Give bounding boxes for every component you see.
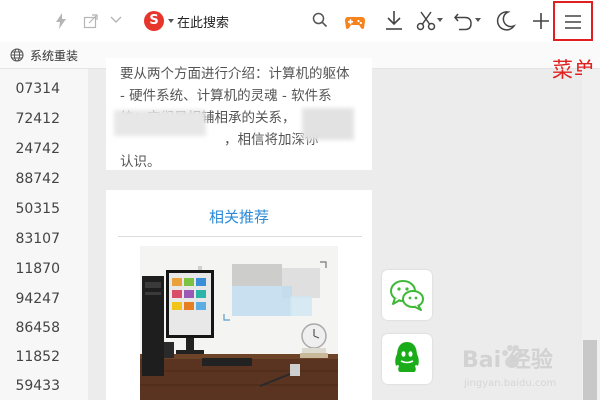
wechat-share-button[interactable] <box>382 270 432 320</box>
share-icon[interactable] <box>83 13 99 29</box>
screenshot-dropdown-icon[interactable] <box>437 18 443 22</box>
article-text-card: 要从两个方面进行介绍：计算机的躯体 - 硬件系统、计算机的灵魂 - 软件系 统：… <box>106 58 372 170</box>
recommend-card: 相关推荐 <box>106 190 372 400</box>
list-item: 72412 <box>15 111 60 127</box>
baidu-jingyan-watermark: Bai 经验 jingyan.baidu.com <box>440 340 590 400</box>
wechat-icon <box>390 280 424 311</box>
scissors-icon[interactable] <box>415 10 437 32</box>
list-item: 11852 <box>15 349 60 365</box>
qq-share-button[interactable] <box>382 334 432 384</box>
computer-desk-illustration <box>140 246 338 400</box>
engine-caret-icon[interactable] <box>168 19 174 23</box>
blurred-region <box>114 110 206 136</box>
list-item: 83107 <box>15 231 60 247</box>
recommend-thumbnail[interactable] <box>140 246 338 400</box>
lightning-icon[interactable] <box>55 13 67 29</box>
undo-icon[interactable] <box>452 10 474 32</box>
list-item: 11870 <box>15 261 60 277</box>
blurred-region <box>302 108 354 140</box>
list-item: 59433 <box>15 378 60 394</box>
list-item: 88742 <box>15 171 60 187</box>
night-mode-moon-icon[interactable] <box>495 10 517 32</box>
globe-icon <box>10 48 24 62</box>
recommend-title[interactable]: 相关推荐 <box>106 206 372 227</box>
article-line: 认识。 <box>120 154 161 170</box>
watermark-text: Bai 经验 <box>462 348 553 373</box>
search-icon[interactable] <box>312 12 328 28</box>
search-input[interactable]: 在此搜索 <box>177 12 229 31</box>
chevron-down-icon[interactable] <box>110 16 122 24</box>
list-item: 07314 <box>15 81 60 97</box>
watermark-url: jingyan.baidu.com <box>464 378 557 389</box>
new-tab-plus-icon[interactable] <box>530 10 552 32</box>
article-line: - 硬件系统、计算机的灵魂 - 软件系 <box>120 88 332 104</box>
hamburger-menu-icon[interactable] <box>564 14 582 30</box>
download-icon[interactable] <box>383 10 405 32</box>
list-item: 86458 <box>15 320 60 336</box>
game-controller-icon[interactable] <box>344 11 366 33</box>
article-line: 要从两个方面进行介绍：计算机的躯体 <box>120 66 350 82</box>
qq-icon <box>395 342 419 372</box>
list-item: 24742 <box>15 141 60 157</box>
browser-toolbar: S 在此搜索 <box>0 0 600 43</box>
list-item: 50315 <box>15 201 60 217</box>
bookmark-label: 系统重装 <box>30 49 79 63</box>
divider <box>118 236 362 237</box>
list-item: 94247 <box>15 291 60 307</box>
menu-button[interactable] <box>553 1 593 41</box>
search-box[interactable]: S 在此搜索 <box>140 8 336 34</box>
sogou-logo-icon[interactable]: S <box>144 11 164 31</box>
left-sidebar-column: 07314 72412 24742 88742 50315 83107 1187… <box>0 69 88 400</box>
undo-dropdown-icon[interactable] <box>475 18 481 22</box>
